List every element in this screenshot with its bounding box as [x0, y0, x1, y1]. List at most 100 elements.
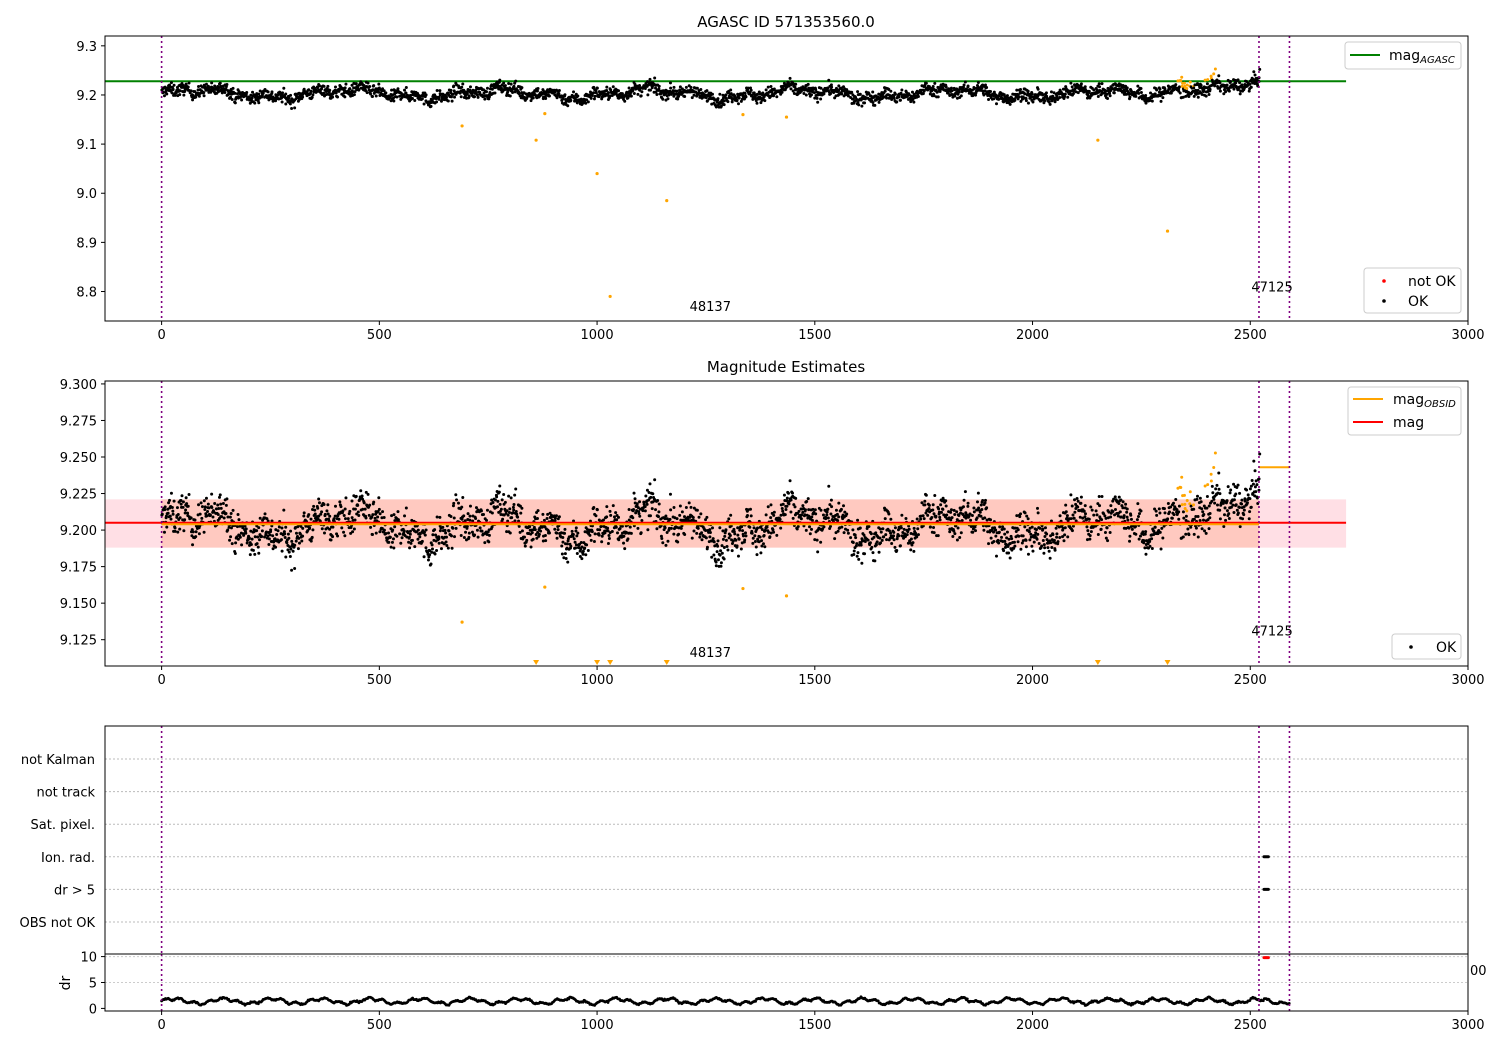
- mag-point: [873, 103, 877, 107]
- mag-point: [931, 84, 935, 88]
- mag-point: [561, 535, 565, 539]
- mag-point: [892, 538, 896, 542]
- mag-point: [233, 101, 237, 105]
- mag-point: [301, 534, 305, 538]
- outlier-point: [1096, 138, 1100, 142]
- mag-point: [607, 537, 611, 541]
- mag-point: [175, 506, 179, 510]
- mag-point: [716, 539, 720, 543]
- mag-point: [1100, 494, 1104, 498]
- mag-point: [729, 513, 733, 517]
- mag-point: [931, 503, 935, 507]
- mag-point: [219, 502, 223, 506]
- mag-point: [210, 81, 214, 85]
- mag-point: [800, 513, 804, 517]
- mag-point: [863, 552, 867, 556]
- mag-point: [1008, 556, 1012, 560]
- mag-point: [575, 552, 579, 556]
- mag-point: [883, 89, 887, 93]
- mag-point: [343, 95, 347, 99]
- mag-point: [420, 97, 424, 101]
- mag-point: [982, 528, 986, 532]
- mag-point: [597, 518, 601, 522]
- mag-point: [173, 526, 177, 530]
- mag-point: [268, 533, 272, 537]
- mag-point: [822, 92, 826, 96]
- mag-point: [598, 528, 602, 532]
- mag-point: [275, 532, 279, 536]
- mag-point: [871, 101, 875, 105]
- mag-point: [648, 482, 652, 486]
- mag-point: [1069, 493, 1073, 497]
- mag-point: [900, 513, 904, 517]
- mag-point: [307, 513, 311, 517]
- mag-point: [498, 502, 502, 506]
- mag-point: [679, 526, 683, 530]
- mag-point: [1030, 525, 1034, 529]
- mag-point: [666, 539, 670, 543]
- mag-point: [289, 529, 293, 533]
- mag-point: [819, 508, 823, 512]
- mag-point: [1124, 502, 1128, 506]
- mag-point: [856, 518, 860, 522]
- mag-point: [728, 533, 732, 537]
- panel2-title: Magnitude Estimates: [707, 358, 865, 376]
- mag-point: [656, 515, 660, 519]
- mag-point: [1144, 530, 1148, 534]
- mag-point: [555, 96, 559, 100]
- mag-point: [487, 533, 491, 537]
- mag-point: [418, 535, 422, 539]
- mag-point: [1137, 512, 1141, 516]
- mag-point: [332, 517, 336, 521]
- mag-point: [1178, 91, 1182, 95]
- mag-point: [806, 497, 810, 501]
- mag-point: [912, 549, 916, 553]
- mag-point: [1139, 509, 1143, 513]
- mag-point: [290, 568, 294, 572]
- mag-point: [1041, 93, 1045, 97]
- x-tick-label: 500: [367, 328, 392, 343]
- mag-point: [1045, 532, 1049, 536]
- mag-point: [291, 549, 295, 553]
- mag-point: [720, 551, 724, 555]
- mag-point: [726, 100, 730, 104]
- mag-point: [764, 513, 768, 517]
- mag-point: [542, 518, 546, 522]
- mag-point: [1192, 86, 1196, 90]
- mag-point: [1109, 504, 1113, 508]
- mag-point: [933, 81, 937, 85]
- outlier-point: [460, 124, 464, 128]
- mag-point: [948, 530, 952, 534]
- mag-point: [785, 504, 789, 508]
- mag-point: [514, 487, 518, 491]
- mag-point: [368, 503, 372, 507]
- mag-point: [643, 509, 647, 513]
- mag-point: [683, 533, 687, 537]
- mag-point: [719, 549, 723, 553]
- mag-point: [520, 529, 524, 533]
- mag-point: [1040, 544, 1044, 548]
- mag-point: [294, 539, 298, 543]
- mag-point: [571, 533, 575, 537]
- mag-point: [1188, 80, 1192, 84]
- mag-point: [228, 538, 232, 542]
- mag-point: [645, 502, 649, 506]
- mag-point: [700, 531, 704, 535]
- mag-point: [452, 501, 456, 505]
- mag-point: [714, 564, 718, 568]
- mag-point: [435, 100, 439, 104]
- mag-point: [396, 87, 400, 91]
- mag-point: [786, 491, 790, 495]
- mag-point: [614, 511, 618, 515]
- mag-point: [803, 508, 807, 512]
- mag-point: [163, 505, 167, 509]
- mag-point: [409, 541, 413, 545]
- mag-point: [1023, 511, 1027, 515]
- mag-point: [1258, 67, 1262, 71]
- mag-point: [997, 541, 1001, 545]
- mag-point: [506, 513, 510, 517]
- mag-point: [1125, 507, 1129, 511]
- mag-point: [308, 526, 312, 530]
- mag-point: [572, 537, 576, 541]
- mag-point: [445, 543, 449, 547]
